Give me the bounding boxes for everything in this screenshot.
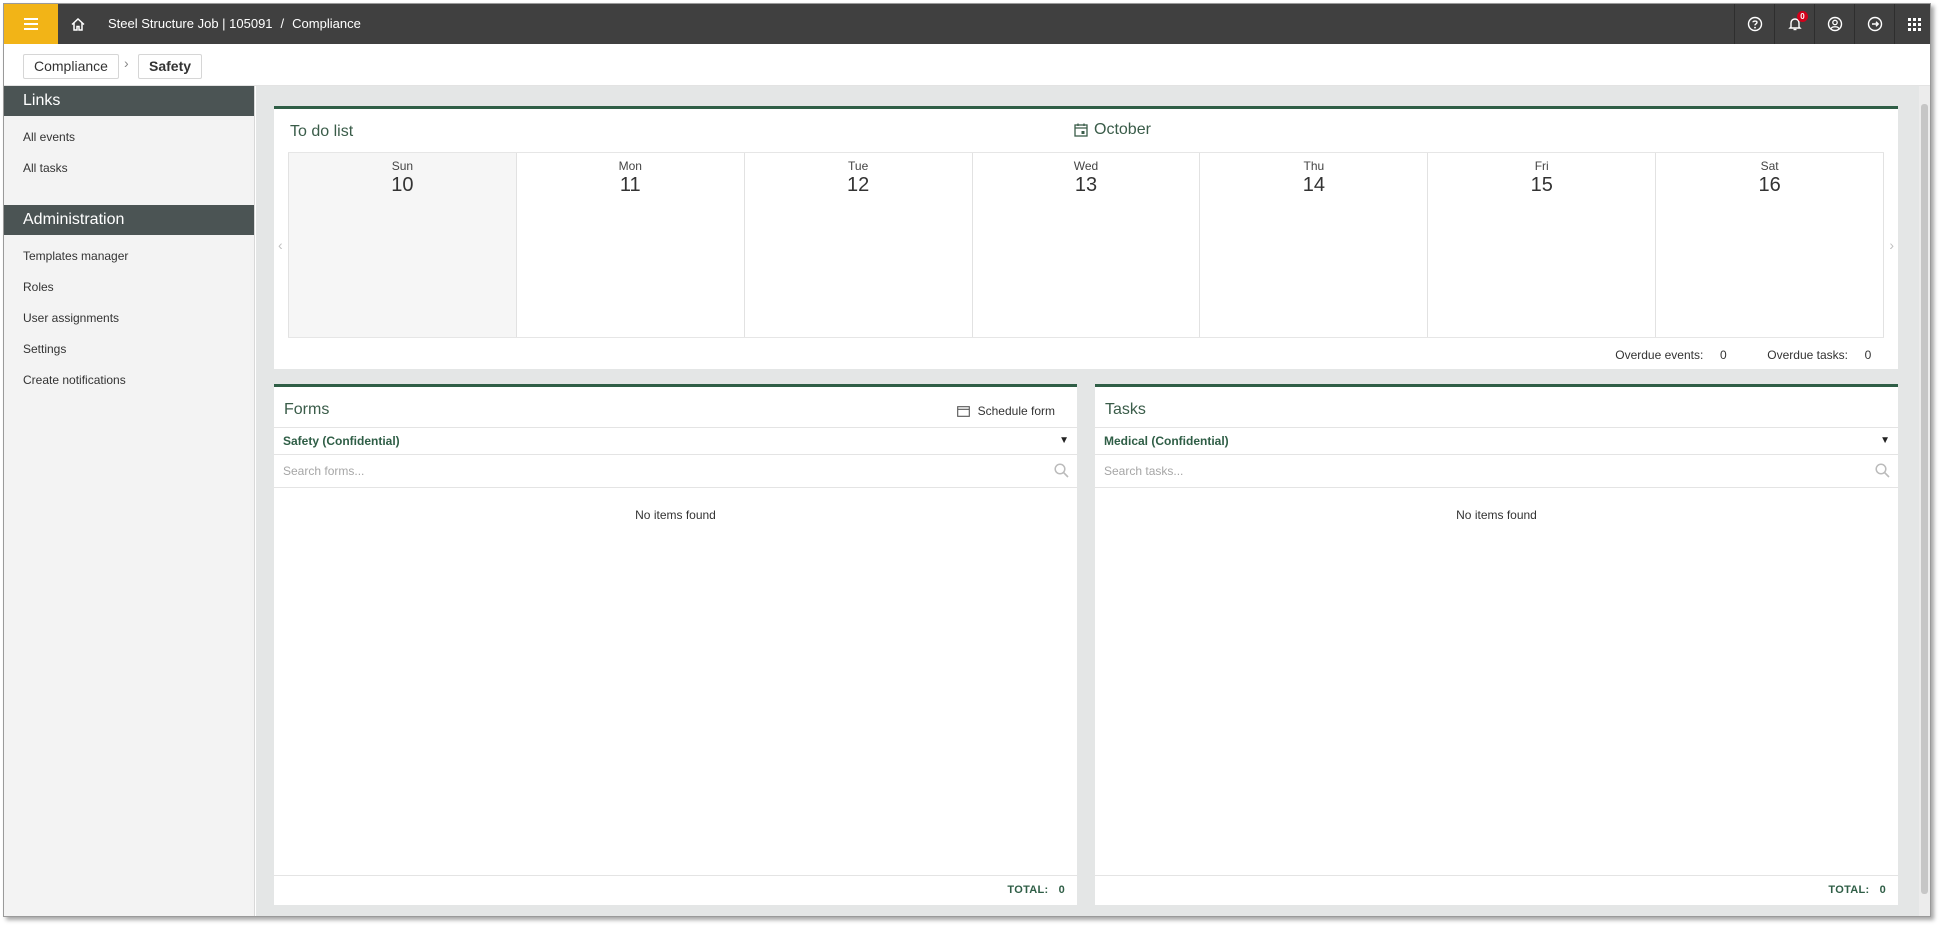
chevron-right-icon: › xyxy=(124,55,129,71)
day-name: Fri xyxy=(1534,159,1549,173)
breadcrumb-safety[interactable]: Safety xyxy=(138,54,203,79)
search-icon[interactable] xyxy=(1054,463,1069,478)
help-icon xyxy=(1747,16,1762,32)
day-column[interactable]: Sun 10 xyxy=(288,153,516,337)
app-window: Steel Structure Job | 105091 / Compliance … xyxy=(3,3,1931,917)
home-button[interactable] xyxy=(58,4,98,44)
logout-icon xyxy=(1867,16,1882,32)
menu-button[interactable] xyxy=(4,4,58,44)
overdue-events-count: 0 xyxy=(1719,348,1727,362)
help-button[interactable] xyxy=(1734,4,1774,44)
forms-title: Forms xyxy=(284,401,330,418)
day-name: Thu xyxy=(1303,159,1325,173)
day-column[interactable]: Mon 11 xyxy=(515,153,744,337)
logout-button[interactable] xyxy=(1854,4,1894,44)
caret-down-icon: ▼ xyxy=(1880,435,1890,446)
schedule-form-label: Schedule form xyxy=(977,404,1055,418)
day-name: Sat xyxy=(1760,159,1779,173)
day-number: 13 xyxy=(1074,174,1098,196)
tasks-search xyxy=(1095,455,1898,488)
month-picker[interactable]: October xyxy=(1074,121,1151,139)
user-icon xyxy=(1827,16,1842,32)
main-content: To do list October ‹ › Sun 10 Mon 11 Tue 12… xyxy=(256,86,1922,916)
project-title: Steel Structure Job | 105091 / Compliance xyxy=(108,4,361,44)
section-name: Compliance xyxy=(292,16,361,31)
tasks-panel: Tasks Medical (Confidential) ▼ No items … xyxy=(1095,384,1898,905)
day-name: Sun xyxy=(391,159,414,173)
forms-search xyxy=(274,455,1077,488)
day-column[interactable]: Tue 12 xyxy=(743,153,972,337)
forms-total-value: 0 xyxy=(1058,884,1065,896)
sidebar: Links All events All tasks Administratio… xyxy=(4,86,255,916)
forms-category-value: Safety (Confidential) xyxy=(283,434,400,448)
sidebar-heading-administration: Administration xyxy=(4,205,254,235)
overdue-events-label: Overdue events: xyxy=(1615,348,1704,362)
tasks-search-input[interactable] xyxy=(1095,455,1898,487)
day-number: 15 xyxy=(1530,174,1553,196)
top-bar: Steel Structure Job | 105091/Compliance … xyxy=(4,4,1930,44)
day-number: 16 xyxy=(1758,174,1781,196)
chevron-right-icon[interactable]: › xyxy=(1889,237,1894,253)
day-name: Mon xyxy=(618,159,642,173)
project-name[interactable]: Steel Structure Job | 105091 xyxy=(108,16,273,31)
forms-panel: Forms Schedule form Safety (Confidential… xyxy=(274,384,1077,905)
month-label: October xyxy=(1094,121,1151,138)
sidebar-item-roles[interactable]: Roles xyxy=(4,272,254,303)
sidebar-item-settings[interactable]: Settings xyxy=(4,334,254,365)
chevron-left-icon[interactable]: ‹ xyxy=(278,237,283,253)
notification-badge: 0 xyxy=(1797,11,1808,22)
sidebar-item-all-tasks[interactable]: All tasks xyxy=(4,153,254,184)
day-number: 11 xyxy=(619,174,641,196)
title-separator: / xyxy=(280,16,285,31)
forms-total: TOTAL: 0 xyxy=(274,875,1077,905)
calendar-icon xyxy=(1074,123,1088,137)
tasks-empty-message: No items found xyxy=(1456,508,1537,522)
sidebar-heading-links: Links xyxy=(4,86,254,116)
week-days: Sun 10 Mon 11 Tue 12 Wed 13 Thu 14 Fri 15 Sat 1… xyxy=(288,152,1885,338)
day-number: 12 xyxy=(847,174,870,196)
forms-category-select[interactable]: Safety (Confidential) ▼ xyxy=(274,427,1077,455)
day-name: Wed xyxy=(1073,159,1099,173)
search-icon[interactable] xyxy=(1875,463,1890,478)
profile-button[interactable] xyxy=(1814,4,1854,44)
apps-grid-icon xyxy=(1908,17,1921,31)
tasks-category-select[interactable]: Medical (Confidential) ▼ xyxy=(1095,427,1898,455)
day-column[interactable]: Wed 13 xyxy=(971,153,1200,337)
day-column[interactable]: Thu 14 xyxy=(1199,153,1427,337)
scrollbar[interactable] xyxy=(1919,86,1930,916)
tasks-total: TOTAL: 0 xyxy=(1095,875,1898,905)
breadcrumb-compliance[interactable]: Compliance xyxy=(23,54,119,79)
day-number: 10 xyxy=(391,174,414,196)
tasks-category-value: Medical (Confidential) xyxy=(1104,434,1229,448)
day-column[interactable]: Fri 15 xyxy=(1427,153,1655,337)
menu-icon xyxy=(24,18,38,30)
day-number: 14 xyxy=(1302,174,1325,196)
tasks-total-label: TOTAL: xyxy=(1828,884,1870,896)
sidebar-item-templates-manager[interactable]: Templates manager xyxy=(4,241,254,272)
forms-total-label: TOTAL: xyxy=(1007,884,1049,896)
home-icon xyxy=(71,17,85,31)
todo-title: To do list xyxy=(290,123,354,140)
breadcrumb: Compliance › Safety xyxy=(4,44,1930,86)
sidebar-item-user-assignments[interactable]: User assignments xyxy=(4,303,254,334)
caret-down-icon: ▼ xyxy=(1059,435,1069,446)
tasks-total-value: 0 xyxy=(1879,884,1886,896)
apps-button[interactable] xyxy=(1894,4,1930,44)
overdue-summary: Overdue events: 0 Overdue tasks: 0 xyxy=(1615,348,1888,362)
day-name: Tue xyxy=(848,159,869,173)
calendar-icon xyxy=(956,406,970,417)
overdue-tasks-count: 0 xyxy=(1864,348,1872,362)
sidebar-item-create-notifications[interactable]: Create notifications xyxy=(4,365,254,396)
todo-card: To do list October ‹ › Sun 10 Mon 11 Tue 12… xyxy=(274,106,1898,369)
tasks-title: Tasks xyxy=(1105,401,1146,418)
notifications-button[interactable]: 0 xyxy=(1774,4,1814,44)
overdue-tasks-label: Overdue tasks: xyxy=(1767,348,1848,362)
forms-search-input[interactable] xyxy=(274,455,1077,487)
schedule-form-button[interactable]: Schedule form xyxy=(956,404,1055,418)
forms-empty-message: No items found xyxy=(635,508,716,522)
sidebar-item-all-events[interactable]: All events xyxy=(4,122,254,153)
scrollbar-thumb[interactable] xyxy=(1921,104,1928,894)
day-column[interactable]: Sat 16 xyxy=(1655,153,1885,337)
